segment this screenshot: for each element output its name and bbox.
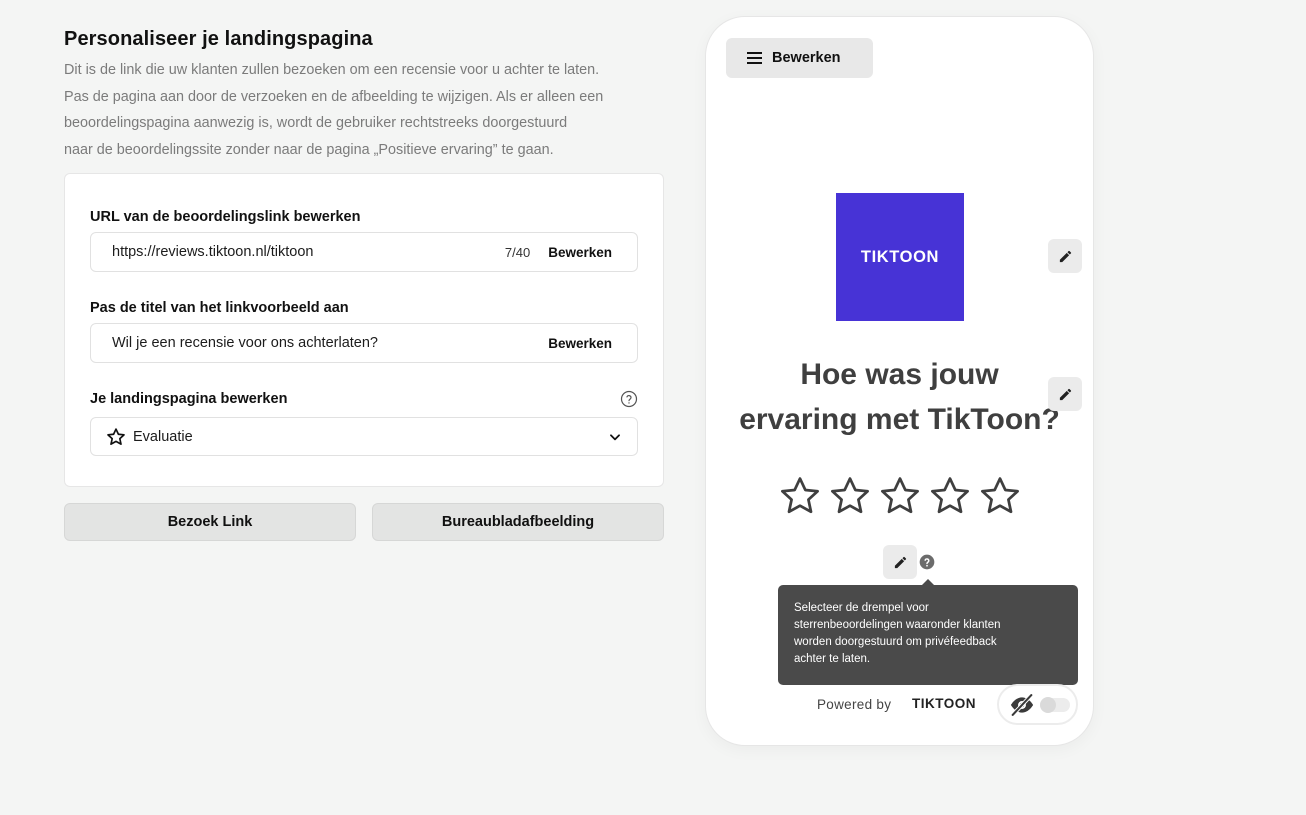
logo-text: TIKTOON — [860, 247, 940, 266]
visit-link-button[interactable]: Bezoek Link — [64, 503, 356, 541]
description-line: Pas de pagina aan door de verzoeken en d… — [64, 88, 604, 105]
question-line: Hoe was jouw — [800, 358, 999, 391]
desktop-image-button[interactable]: Bureaubladafbeelding — [372, 503, 664, 541]
visibility-toggle[interactable] — [997, 684, 1078, 725]
star-icon[interactable] — [778, 474, 822, 518]
powered-by-label: Powered by — [817, 697, 892, 712]
settings-panel: Personaliseer je landingspagina Dit is d… — [64, 28, 664, 163]
title-field-label: Pas de titel van het linkvoorbeeld aan — [90, 300, 349, 316]
chevron-down-icon — [608, 430, 622, 444]
edit-logo-button[interactable] — [1048, 239, 1082, 273]
preview-edit-button[interactable]: Bewerken — [726, 38, 873, 78]
edit-threshold-button[interactable] — [883, 545, 917, 579]
help-circle-icon[interactable] — [919, 554, 935, 570]
tooltip-line: Selecteer de drempel voor — [794, 602, 929, 614]
description-line: Dit is de link die uw klanten zullen bez… — [64, 62, 600, 78]
description-line: beoordelingspagina aanwezig is, wordt de… — [64, 115, 568, 132]
star-icon[interactable] — [828, 474, 872, 518]
edit-url-button[interactable]: Bewerken — [548, 245, 612, 260]
eye-off-icon — [1008, 691, 1036, 719]
star-icon[interactable] — [878, 474, 922, 518]
page-description: Dit is de link die uw klanten zullen bez… — [64, 57, 664, 163]
tooltip-line: worden doorgestuurd om privéfeedback — [794, 636, 997, 648]
toggle-switch[interactable] — [1040, 696, 1070, 713]
url-field[interactable]: https://reviews.tiktoon.nl/tiktoon 7/40 … — [90, 232, 638, 272]
pencil-icon — [893, 555, 908, 570]
url-char-count: 7/40 — [504, 244, 531, 260]
pencil-icon — [1058, 387, 1073, 402]
threshold-tooltip: Selecteer de drempel voor sterrenbeoorde… — [778, 585, 1078, 685]
pencil-icon — [1058, 249, 1073, 264]
powered-by-logo: TIKTOON — [912, 696, 976, 711]
tooltip-line: achter te laten. — [794, 653, 871, 665]
url-value[interactable]: https://reviews.tiktoon.nl/tiktoon — [112, 244, 505, 260]
tooltip-line: sterrenbeoordelingen waaronder klanten — [794, 619, 1001, 631]
url-field-label: URL van de beoordelingslink bewerken — [90, 209, 361, 225]
menu-icon — [747, 52, 762, 64]
page-title: Personaliseer je landingspagina — [64, 28, 373, 50]
star-icon[interactable] — [928, 474, 972, 518]
star-icon[interactable] — [978, 474, 1022, 518]
landing-preview: Bewerken TIKTOON Hoe was jouw ervaring m… — [705, 16, 1094, 746]
toggle-knob — [1040, 696, 1056, 713]
description-line: naar de beoordelingssite zonder naar de … — [64, 141, 554, 158]
settings-card: URL van de beoordelingslink bewerken htt… — [64, 173, 664, 487]
star-icon — [106, 427, 126, 447]
title-field[interactable]: Wil je een recensie voor ons achterlaten… — [90, 323, 638, 363]
edit-title-button[interactable]: Bewerken — [548, 336, 612, 351]
star-rating[interactable] — [778, 474, 1022, 518]
help-circle-icon[interactable] — [620, 390, 638, 408]
title-value[interactable]: Wil je een recensie voor ons achterlaten… — [112, 335, 548, 351]
brand-logo: TIKTOON — [836, 193, 964, 321]
landing-page-select[interactable]: Evaluatie — [90, 417, 638, 456]
edit-question-button[interactable] — [1048, 377, 1082, 411]
landing-field-label: Je landingspagina bewerken — [90, 391, 288, 407]
question-line: ervaring met TikToon? — [739, 403, 1060, 436]
landing-selected-value: Evaluatie — [133, 428, 193, 445]
preview-edit-label: Bewerken — [772, 50, 841, 66]
preview-question: Hoe was jouw ervaring met TikToon? — [706, 352, 1093, 442]
